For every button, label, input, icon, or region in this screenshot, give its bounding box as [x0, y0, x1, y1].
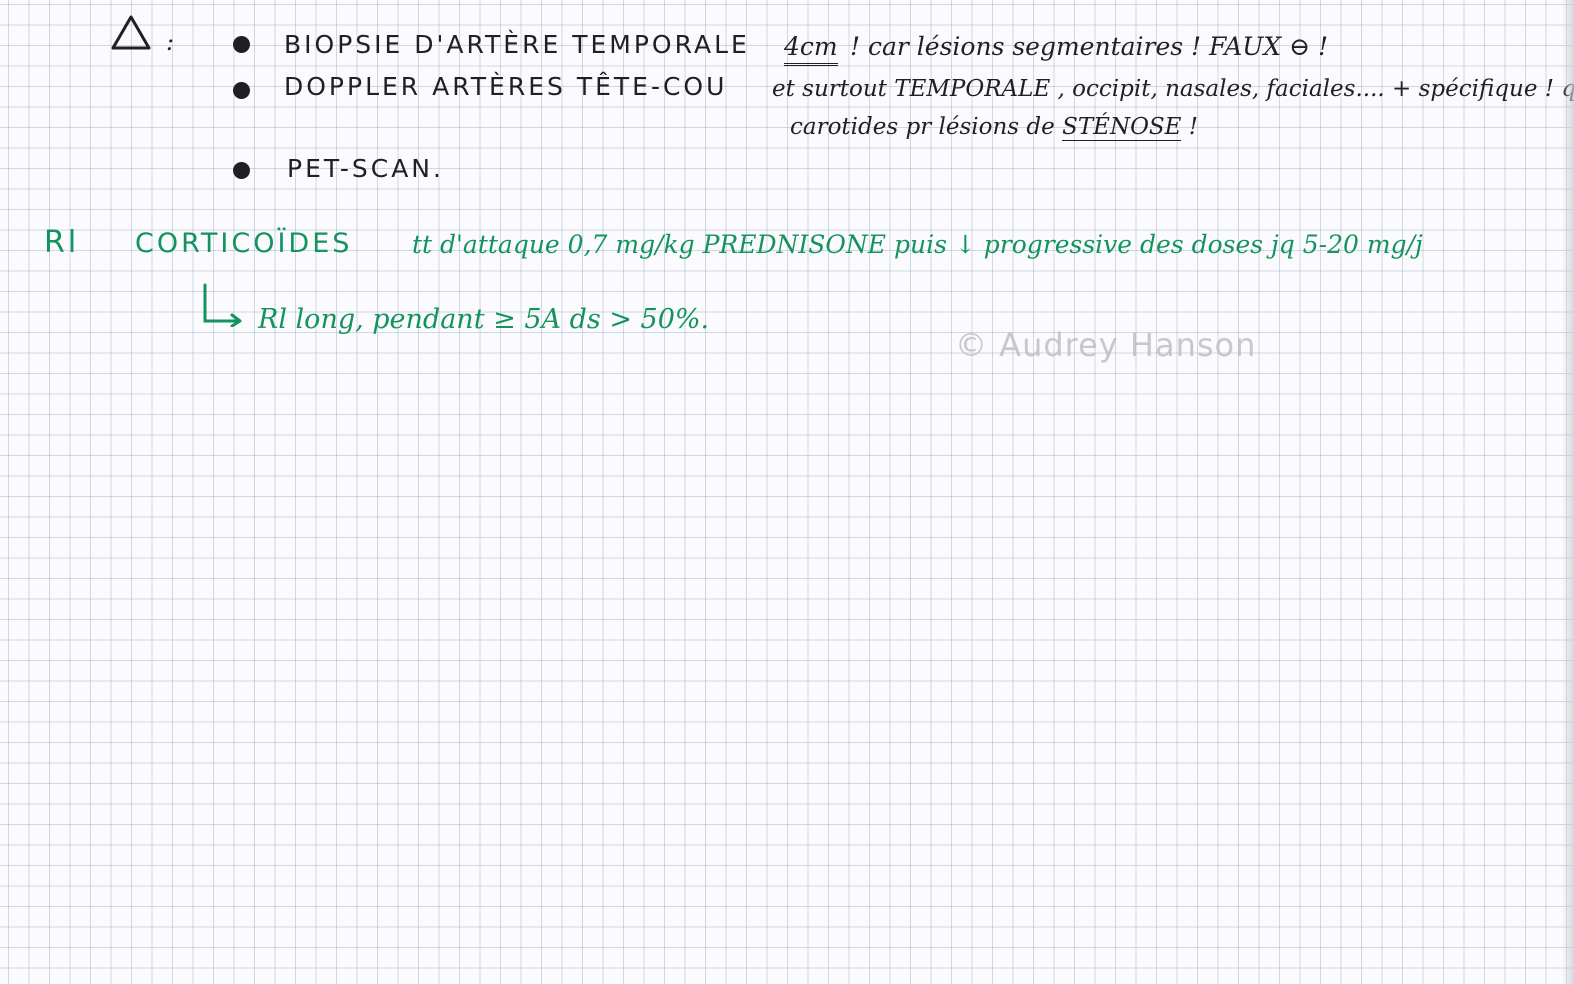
biopsy-length: 4cm — [784, 32, 838, 66]
treatment-followup: Rl long, pendant ≥ 5A ds > 50%. — [258, 304, 710, 335]
stenose-word: STÉNOSE — [1062, 114, 1182, 141]
bullet-dot — [233, 36, 250, 53]
biopsy-length-value: 4cm — [784, 32, 838, 66]
treatment-tag: Rl — [44, 225, 80, 260]
warning-colon: : — [166, 28, 175, 56]
doppler-note-line2: carotides pr lésions de STÉNOSE ! — [790, 114, 1199, 141]
treatment-detail: tt d'attaque 0,7 mg/kg PREDNISONE puis ↓… — [412, 230, 1423, 259]
page-edge-shadow — [1562, 0, 1574, 984]
grid-paper-sheet: : BIOPSIE D'ARTÈRE TEMPORALE DOPPLER ART… — [0, 0, 1574, 984]
exam-biopsy: BIOPSIE D'ARTÈRE TEMPORALE — [284, 30, 750, 59]
bullet-dot — [233, 162, 250, 179]
copyright-watermark: © Audrey Hanson — [955, 326, 1257, 364]
doppler-note-line1: et surtout TEMPORALE , occipit, nasales,… — [772, 76, 1574, 102]
doppler-note-line2-start: carotides pr lésions de — [790, 114, 1063, 140]
biopsy-note: ! car lésions segmentaires ! FAUX ⊖ ! — [850, 32, 1329, 61]
exam-pet-scan: PET-SCAN. — [287, 154, 444, 183]
triangle-icon — [111, 15, 151, 50]
treatment-drug-class: CORTICOÏDES — [135, 228, 353, 259]
doppler-note-line2-end: ! — [1181, 114, 1199, 140]
corner-arrow-icon — [203, 283, 242, 327]
bullet-dot — [233, 82, 250, 99]
exam-doppler: DOPPLER ARTÈRES TÊTE-COU — [284, 72, 728, 101]
